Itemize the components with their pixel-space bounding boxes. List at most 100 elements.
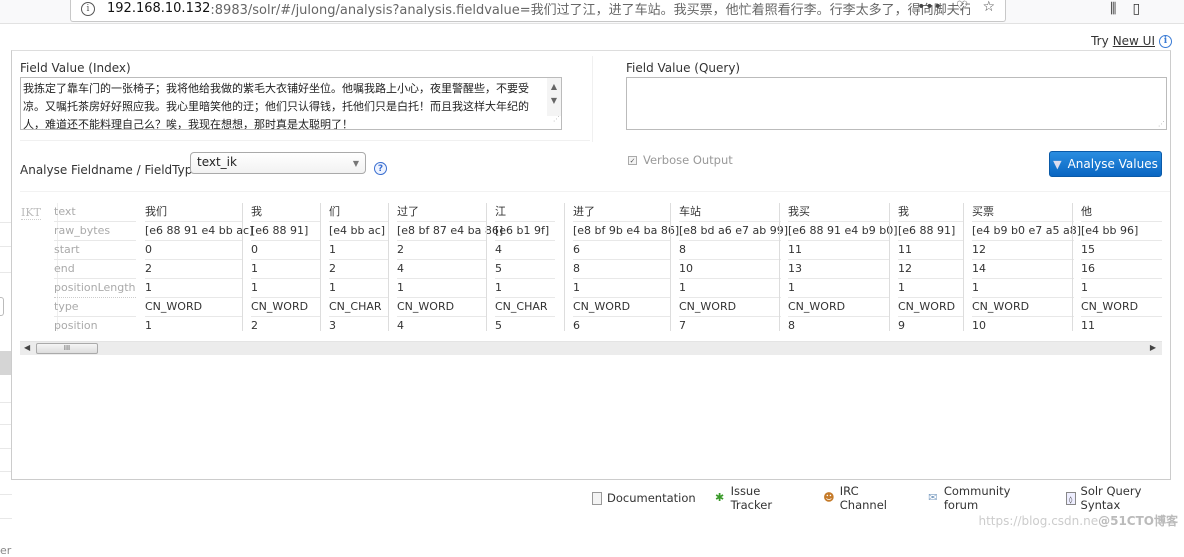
token-type: CN_WORD <box>679 298 781 317</box>
scroll-right-icon[interactable]: ▶ <box>1150 343 1156 352</box>
token-end: 1 <box>251 260 321 279</box>
token-type: CN_WORD <box>898 298 964 317</box>
token-position: 3 <box>329 319 336 331</box>
token-raw_bytes: [e6 88 91] <box>251 222 321 241</box>
irc-channel-link[interactable]: ☻ IRC Channel <box>823 484 909 512</box>
token-start: 8 <box>679 241 781 260</box>
token-position: 10 <box>972 319 986 331</box>
bug-icon: ✱ <box>715 491 725 504</box>
library-icon[interactable]: ⫼ <box>1110 1 1116 17</box>
analysis-result-table: IKT text raw_bytes start end positionLength t… <box>20 203 1162 331</box>
token-start: 15 <box>1081 241 1162 260</box>
new-ui-link[interactable]: New UI <box>1113 34 1155 48</box>
analyse-controls: Analyse Fieldname / FieldType: text_ik ▼… <box>20 151 1170 187</box>
resize-grip-icon[interactable]: ⋰ <box>553 110 560 128</box>
field-value-query-textarea[interactable]: ⋰ <box>626 77 1167 130</box>
query-doc-icon: ◊ <box>1065 491 1076 505</box>
row-header-start: start <box>54 241 136 260</box>
scroll-left-icon[interactable]: ◀ <box>24 343 30 352</box>
token-position: 2 <box>251 319 258 331</box>
divider <box>20 191 1170 192</box>
token-type: CN_WORD <box>251 298 321 317</box>
field-value-query-label: Field Value (Query) <box>626 61 741 75</box>
token-raw_bytes: [e8 bd a6 e7 ab 99] <box>679 222 788 241</box>
row-header-raw_bytes: raw_bytes <box>54 222 136 241</box>
token-start: 1 <box>329 241 389 260</box>
token-raw_bytes: [e6 88 91] <box>898 222 964 241</box>
token-column: 进了 [e8 bf 9b e4 ba 86] 6 8 1 CN_WORD 6 <box>564 203 679 331</box>
token-end: 2 <box>329 260 389 279</box>
pocket-icon[interactable]: ♡ <box>956 0 969 15</box>
resize-grip-icon[interactable]: ⋰ <box>1158 120 1165 128</box>
verbose-checkbox[interactable]: ✓ <box>628 155 637 165</box>
token-raw_bytes: [e8 bf 87 e4 ba 86] <box>397 222 503 241</box>
sidebar-input-fragment[interactable] <box>0 297 4 316</box>
analyse-values-button[interactable]: ▼ Analyse Values <box>1049 151 1162 177</box>
token-position: 6 <box>573 319 580 331</box>
url-host: 192.168.10.132 <box>107 1 211 16</box>
fieldtype-selected-value: text_ik <box>197 155 237 169</box>
horizontal-scrollbar[interactable]: ◀ III ▶ <box>20 341 1162 355</box>
token-column: 我 [e6 88 91] 0 1 1 CN_WORD 2 <box>242 203 321 331</box>
token-column: 江 [e6 b1 9f] 4 5 1 CN_CHAR 5 <box>486 203 555 331</box>
documentation-link[interactable]: Documentation <box>592 484 696 512</box>
field-value-index-label: Field Value (Index) <box>20 61 131 75</box>
token-text: 江 <box>495 203 555 222</box>
token-start: 12 <box>972 241 1074 260</box>
token-text: 过了 <box>397 203 487 222</box>
field-value-index-text: 我拣定了靠车门的一张椅子；我将他给我做的紫毛大衣铺好坐位。他嘱我路上小心，夜里警… <box>23 82 529 130</box>
token-position: 1 <box>145 319 152 331</box>
browser-toolbar: i 192.168.10.132 :8983/solr/#/julong/ana… <box>0 0 1184 24</box>
document-icon <box>592 491 602 505</box>
row-header-end: end <box>54 260 136 279</box>
token-column: 过了 [e8 bf 87 e4 ba 86] 2 4 1 CN_WORD 4 <box>388 203 503 331</box>
help-icon[interactable]: ? <box>374 162 387 175</box>
token-column: 我 [e6 88 91] 11 12 1 CN_WORD 9 <box>889 203 964 331</box>
verbose-output-toggle[interactable]: ✓ Verbose Output <box>628 153 733 167</box>
token-start: 11 <box>898 241 964 260</box>
people-icon: ☻ <box>823 491 835 504</box>
token-type: CN_WORD <box>788 298 890 317</box>
solr-query-syntax-link[interactable]: ◊ Solr Query Syntax <box>1065 484 1184 512</box>
token-column: 车站 [e8 bd a6 e7 ab 99] 8 10 1 CN_WORD 7 <box>670 203 788 331</box>
page-actions-icon[interactable]: ••• <box>917 0 942 15</box>
fieldtype-select[interactable]: text_ik ▼ <box>190 152 366 174</box>
verbose-label: Verbose Output <box>643 153 733 167</box>
field-value-index-textarea[interactable]: 我拣定了靠车门的一张椅子；我将他给我做的紫毛大衣铺好坐位。他嘱我路上小心，夜里警… <box>20 77 562 130</box>
token-end: 16 <box>1081 260 1162 279</box>
token-positionLength: 1 <box>679 279 781 298</box>
token-positionLength: 1 <box>898 279 964 298</box>
mail-icon: ✉ <box>928 491 938 504</box>
tokenizer-abbrev[interactable]: IKT <box>21 206 41 220</box>
issue-tracker-link[interactable]: ✱ Issue Tracker <box>714 484 805 512</box>
fieldtype-label: Analyse Fieldname / FieldType: <box>20 163 204 177</box>
token-end: 8 <box>573 260 671 279</box>
token-column: 他 [e4 bb 96] 15 16 1 CN_WORD 11 <box>1072 203 1162 331</box>
token-raw_bytes: [e6 88 91 e4 bb ac] <box>145 222 253 241</box>
sidebar-toggle-icon[interactable]: ▯ <box>1132 1 1140 17</box>
site-info-icon[interactable]: i <box>81 1 95 16</box>
token-raw_bytes: [e4 bb 96] <box>1081 222 1162 241</box>
token-start: 11 <box>788 241 890 260</box>
address-bar[interactable]: i 192.168.10.132 :8983/solr/#/julong/ana… <box>70 0 1006 22</box>
token-type: CN_WORD <box>573 298 671 317</box>
watermark-url: https://blog.csdn.ne <box>978 514 1099 528</box>
token-end: 4 <box>397 260 487 279</box>
token-end: 14 <box>972 260 1074 279</box>
scroll-thumb[interactable]: III <box>36 343 98 354</box>
token-column: 买票 [e4 b9 b0 e7 a5 a8] 12 14 1 CN_WORD 10 <box>963 203 1081 331</box>
token-positionLength: 1 <box>145 279 243 298</box>
info-icon[interactable]: i <box>1159 34 1172 48</box>
analysis-panel: Field Value (Index) 我拣定了靠车门的一张椅子；我将他给我做的… <box>11 50 1171 480</box>
watermark-brand: @51CTO博客 <box>1098 514 1178 528</box>
token-column: 们 [e4 bb ac] 1 2 1 CN_CHAR 3 <box>320 203 389 331</box>
token-text: 他 <box>1081 203 1162 222</box>
token-position: 7 <box>679 319 686 331</box>
community-forum-link[interactable]: ✉ Community forum <box>927 484 1048 512</box>
try-new-ui: Try New UI i <box>1091 34 1172 48</box>
token-position: 9 <box>898 319 905 331</box>
token-raw_bytes: [e6 88 91 e4 b9 b0] <box>788 222 898 241</box>
try-new-ui-prefix: Try <box>1091 34 1109 48</box>
bookmark-star-icon[interactable]: ☆ <box>982 0 995 15</box>
token-positionLength: 1 <box>329 279 389 298</box>
